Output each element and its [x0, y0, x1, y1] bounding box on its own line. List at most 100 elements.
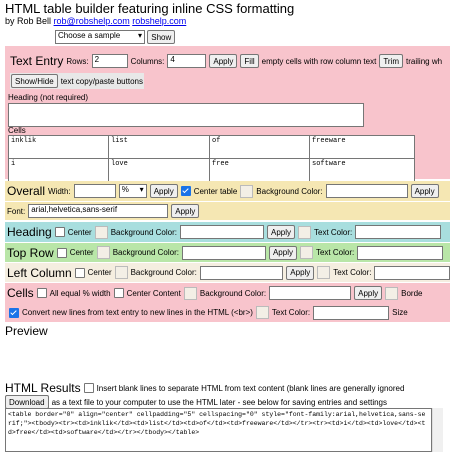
overall-bg-label: Background Color: — [256, 186, 323, 196]
center-content-label: Center Content — [126, 288, 181, 298]
site-link[interactable]: robshelp.com — [132, 16, 186, 26]
equal-width-label: All equal % width — [49, 288, 111, 298]
top-row-bg-label: Background Color: — [112, 248, 179, 257]
width-label: Width: — [48, 186, 71, 196]
heading-textarea[interactable] — [8, 103, 364, 127]
overall-bg-input[interactable] — [325, 184, 408, 198]
heading-bg-input[interactable] — [179, 225, 264, 239]
fill-button[interactable]: Fill — [240, 54, 259, 68]
top-row: Top Row Center Background Color: Apply T… — [5, 243, 450, 262]
left-column-apply-button[interactable]: Apply — [286, 265, 315, 280]
download-text: as a text file to your computer to use t… — [51, 397, 387, 407]
text-entry-toolbar: Text Entry Rows: 2 Columns: 4 Apply Fill… — [10, 54, 442, 68]
width-input[interactable] — [73, 184, 116, 198]
rows-input[interactable]: 2 — [91, 54, 128, 68]
apply-size-button[interactable]: Apply — [209, 54, 238, 68]
overall-row: Overall Width: % ▾ Apply Center table Bac… — [5, 181, 450, 201]
cells-bg-input[interactable] — [269, 286, 352, 300]
width-apply-button[interactable]: Apply — [149, 184, 178, 198]
left-column-bg-input[interactable] — [199, 265, 284, 280]
heading-row: Heading Center Background Color: Apply T… — [5, 222, 450, 242]
sample-select[interactable]: Choose a sample ▾ — [55, 30, 145, 44]
copy-text: text copy/paste buttons — [60, 76, 143, 86]
cells-label: Cells — [8, 126, 26, 135]
left-column-center-label: Center — [87, 268, 112, 277]
font-label: Font: — [7, 206, 26, 216]
left-column-text-color-label: Text Color: — [333, 268, 372, 277]
left-column-label: Left Column — [7, 265, 72, 280]
top-row-text-color-input[interactable] — [357, 245, 444, 260]
trim-button[interactable]: Trim — [379, 54, 404, 68]
left-column-row: Left Column Center Background Color: App… — [5, 263, 450, 282]
columns-input[interactable]: 4 — [167, 54, 207, 68]
heading-text-swatch[interactable] — [298, 225, 311, 239]
convert-row: Convert new lines from text entry to new… — [5, 303, 450, 322]
top-row-text-swatch[interactable] — [299, 246, 313, 259]
overall-label: Overall — [7, 184, 46, 198]
cells-apply-button[interactable]: Apply — [354, 286, 383, 300]
columns-label: Columns: — [130, 56, 165, 66]
heading-apply-button[interactable]: Apply — [266, 225, 295, 239]
width-unit-select[interactable]: % ▾ — [118, 184, 147, 198]
cells-text-color-input[interactable] — [313, 305, 390, 320]
convert-newlines-checkbox[interactable] — [9, 307, 19, 318]
byline: by Rob Bell rob@robshelp.com robshelp.co… — [5, 16, 186, 26]
blank-lines-checkbox[interactable] — [83, 383, 94, 393]
page-title: HTML table builder featuring inline CSS … — [5, 1, 295, 16]
cells-row: Cells All equal % width Center Content B… — [5, 283, 450, 303]
left-column-bg-swatch[interactable] — [114, 266, 128, 279]
cells-text-color-label: Text Color: — [271, 308, 311, 317]
top-row-label: Top Row — [7, 245, 54, 260]
results-header: HTML Results Insert blank lines to separ… — [5, 381, 404, 395]
author: by Rob Bell — [5, 16, 52, 26]
showhide-button[interactable]: Show/Hide — [11, 74, 58, 88]
preview-heading: Preview — [5, 324, 48, 338]
download-row: Download as a text file to your computer… — [5, 395, 387, 409]
email-link[interactable]: rob@robshelp.com — [54, 16, 130, 26]
heading-text-color-input[interactable] — [355, 225, 442, 239]
heading-bg-label: Background Color: — [110, 227, 177, 237]
top-row-apply-button[interactable]: Apply — [268, 245, 297, 260]
cells-bg-swatch[interactable] — [183, 286, 197, 300]
heading-bg-swatch[interactable] — [94, 225, 108, 239]
top-row-center-label: Center — [69, 248, 94, 257]
cells-bg-label: Background Color: — [199, 288, 267, 298]
showhide-row: Show/Hide text copy/paste buttons — [10, 73, 144, 89]
output-scrollbar[interactable] — [432, 408, 443, 452]
heading-row-label: Heading — [7, 225, 52, 239]
left-column-text-color-input[interactable] — [374, 265, 450, 280]
left-column-bg-label: Background Color: — [130, 268, 197, 277]
equal-width-checkbox[interactable] — [36, 288, 47, 298]
fill-text: empty cells with row column text — [261, 56, 377, 66]
heading-text-color-label: Text Color: — [314, 227, 353, 237]
chevron-down-icon: ▾ — [139, 185, 144, 194]
font-input[interactable]: arial,helvetica,sans-serif — [28, 204, 169, 218]
font-row: Font: arial,helvetica,sans-serif Apply — [5, 202, 450, 220]
top-row-bg-input[interactable] — [181, 245, 266, 260]
heading-center-checkbox[interactable] — [54, 227, 65, 237]
html-output-textarea[interactable]: <table border="0" align="center" cellpad… — [5, 408, 432, 452]
results-heading: HTML Results — [5, 381, 81, 395]
left-column-text-swatch[interactable] — [317, 266, 331, 279]
sample-row: Choose a sample ▾ Show — [55, 30, 176, 44]
width-unit-value: % — [121, 185, 129, 194]
top-row-bg-swatch[interactable] — [96, 246, 110, 259]
left-column-center-checkbox[interactable] — [74, 267, 85, 278]
heading-label: Heading (not required) — [8, 93, 89, 102]
top-row-text-color-label: Text Color: — [315, 248, 355, 257]
trim-text: trailing wh — [406, 56, 443, 66]
cells-border-swatch[interactable] — [385, 286, 399, 300]
top-row-center-checkbox[interactable] — [56, 247, 67, 258]
font-apply-button[interactable]: Apply — [171, 204, 200, 218]
center-content-checkbox[interactable] — [113, 288, 124, 298]
overall-bg-apply-button[interactable]: Apply — [410, 184, 439, 198]
cells-text-swatch[interactable] — [255, 306, 269, 319]
center-table-label: Center table — [193, 186, 238, 196]
sample-select-value: Choose a sample — [58, 31, 121, 40]
chevron-down-icon: ▾ — [137, 31, 142, 40]
show-button[interactable]: Show — [147, 30, 176, 44]
center-table-checkbox[interactable] — [180, 186, 191, 196]
convert-newlines-label: Convert new lines from text entry to new… — [22, 308, 253, 317]
overall-bg-swatch[interactable] — [240, 184, 254, 198]
download-button[interactable]: Download — [5, 395, 49, 409]
